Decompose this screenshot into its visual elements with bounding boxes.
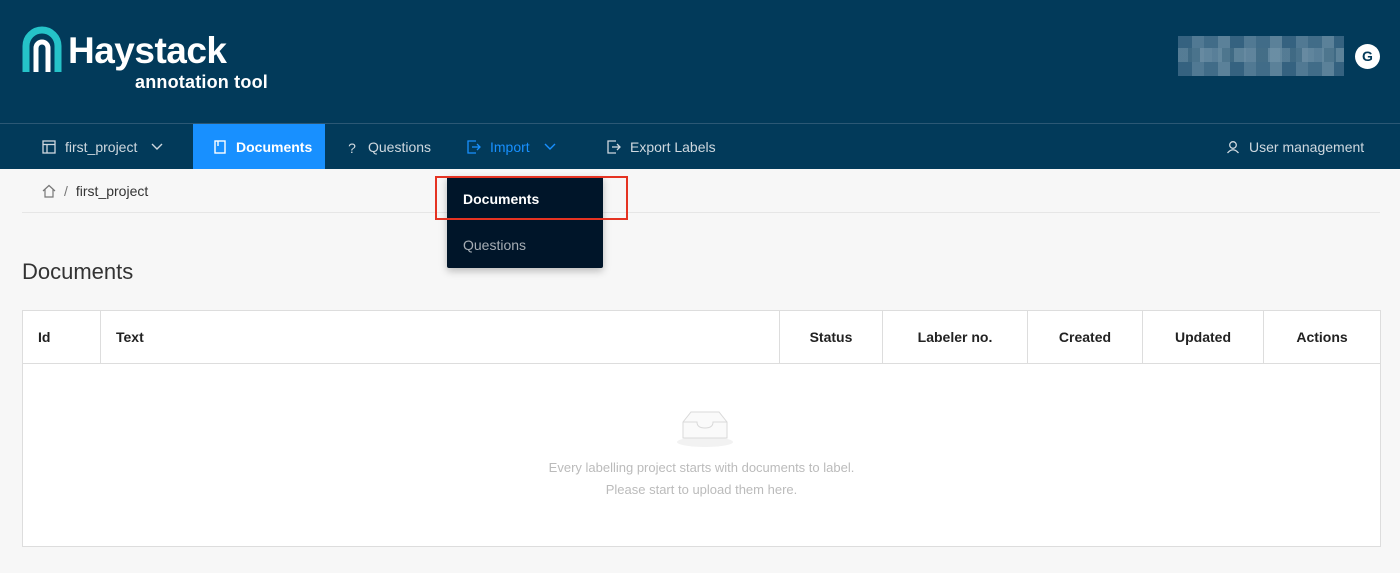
column-header-labeler-no[interactable]: Labeler no.	[883, 311, 1028, 363]
haystack-logo-icon	[22, 26, 62, 72]
breadcrumb-separator: /	[64, 182, 68, 199]
nav-documents-label: Documents	[236, 138, 313, 155]
nav-questions[interactable]: ? Questions	[325, 124, 447, 169]
empty-state: Every labelling project starts with docu…	[23, 364, 1380, 546]
page-title: Documents	[22, 259, 134, 284]
main-navbar: first_project Documents ? Questions Impo…	[0, 123, 1400, 169]
nav-export-labels[interactable]: Export Labels	[587, 124, 737, 169]
empty-message-line-2: Please start to upload them here.	[605, 482, 798, 497]
nav-import-label: Import	[490, 138, 530, 155]
user-name-blurred	[1178, 36, 1344, 76]
logo-title: Haystack	[68, 30, 227, 71]
breadcrumb: / first_project	[22, 169, 1380, 213]
column-header-actions: Actions	[1296, 329, 1348, 345]
column-header-status[interactable]: Status	[780, 311, 883, 363]
nav-documents[interactable]: Documents	[193, 124, 325, 169]
user-avatar[interactable]: G	[1355, 44, 1380, 69]
import-icon	[467, 139, 481, 154]
document-icon	[213, 139, 227, 154]
home-icon[interactable]	[42, 184, 56, 198]
question-icon: ?	[348, 139, 356, 156]
breadcrumb-current: first_project	[75, 182, 149, 199]
column-header-updated[interactable]: Updated	[1143, 311, 1264, 363]
project-icon	[42, 139, 56, 154]
column-header-text[interactable]: Text	[101, 311, 780, 363]
table-header: Id Text Status Labeler no. Created Updat…	[23, 311, 1380, 364]
column-header-created[interactable]: Created	[1028, 311, 1143, 363]
export-icon	[607, 139, 621, 154]
user-icon	[1226, 140, 1240, 154]
nav-user-management[interactable]: User management	[1206, 124, 1380, 169]
app-header: Haystack annotation tool G	[0, 0, 1400, 124]
import-menu-item-questions[interactable]: Questions	[447, 222, 603, 268]
inbox-empty-icon	[677, 411, 733, 447]
nav-import[interactable]: Import	[447, 124, 587, 169]
column-header-id[interactable]: Id	[23, 311, 101, 363]
empty-message-line-1: Every labelling project starts with docu…	[548, 460, 855, 475]
nav-questions-label: Questions	[368, 138, 432, 155]
nav-user-management-label: User management	[1249, 138, 1365, 155]
project-selector[interactable]: first_project	[22, 124, 193, 169]
project-name: first_project	[65, 138, 138, 155]
nav-export-labels-label: Export Labels	[630, 138, 716, 155]
logo-subtitle: annotation tool	[135, 72, 268, 92]
documents-table: Id Text Status Labeler no. Created Updat…	[22, 310, 1381, 547]
chevron-down-icon	[544, 143, 556, 151]
highlight-box	[435, 176, 628, 220]
chevron-down-icon	[151, 143, 163, 151]
haystack-logo[interactable]: Haystack annotation tool	[22, 24, 282, 96]
